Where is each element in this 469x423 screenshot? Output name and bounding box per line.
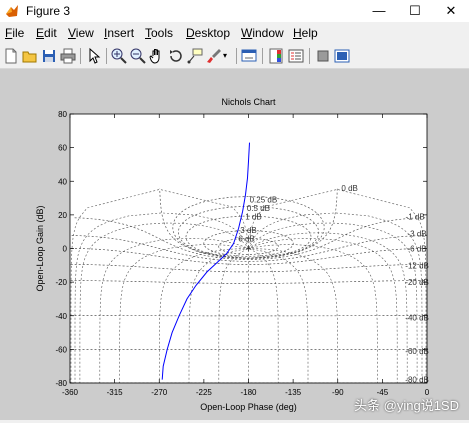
x-tick-label: -225 (196, 388, 213, 397)
x-tick-label: -360 (62, 388, 79, 397)
watermark: 头条 @ying说1SD (354, 395, 459, 414)
y-tick-label: 40 (58, 177, 67, 186)
nichols-chart[interactable]: 0 dB0.25 dB0.5 dB1 dB3 dB6 dB-1 dB-3 dB-… (0, 69, 469, 420)
colorbar-icon[interactable] (267, 47, 285, 65)
minimize-button[interactable]: — (361, 0, 397, 22)
title-bar: Figure 3 — ☐ ✕ (0, 0, 469, 22)
edit-plot-arrow-icon[interactable] (85, 47, 103, 65)
maximize-button[interactable]: ☐ (397, 0, 433, 22)
brush-icon[interactable] (205, 47, 223, 65)
toolbar-separator (106, 48, 107, 64)
y-axis-label: Open-Loop Gain (dB) (35, 205, 45, 291)
menu-window[interactable]: Window (241, 26, 284, 40)
open-file-icon[interactable] (21, 47, 39, 65)
grid-label: 6 dB (238, 234, 254, 243)
toolbar-separator (236, 48, 237, 64)
window-title: Figure 3 (26, 4, 70, 18)
toolbar: ▾ (0, 44, 469, 69)
x-tick-label: -135 (285, 388, 302, 397)
figure-area: 0 dB0.25 dB0.5 dB1 dB3 dB6 dB-1 dB-3 dB-… (0, 69, 469, 420)
zoom-out-icon[interactable] (129, 47, 147, 65)
rotate-3d-icon[interactable] (167, 47, 185, 65)
menu-view[interactable]: View (68, 26, 94, 40)
matlab-icon (5, 4, 19, 18)
y-tick-label: 20 (58, 211, 67, 220)
x-axis-label: Open-Loop Phase (deg) (200, 402, 297, 412)
grid-label: -1 dB (406, 213, 425, 222)
menu-tools[interactable]: Tools (145, 26, 173, 40)
y-tick-label: -80 (55, 379, 67, 388)
new-figure-icon[interactable] (2, 47, 20, 65)
x-tick-label: -270 (151, 388, 168, 397)
grid-label: -12 dB (405, 261, 429, 270)
x-tick-label: -315 (107, 388, 124, 397)
pan-hand-icon[interactable] (148, 47, 166, 65)
grid-label: 1 dB (245, 213, 261, 222)
toolbar-separator (262, 48, 263, 64)
y-tick-label: 80 (58, 110, 67, 119)
y-tick-label: 0 (63, 245, 68, 254)
toolbar-separator (309, 48, 310, 64)
x-tick-label: -90 (332, 388, 344, 397)
legend-icon[interactable] (287, 47, 305, 65)
grid-label: -3 dB (408, 229, 427, 238)
menu-edit[interactable]: Edit (36, 26, 57, 40)
menu-file[interactable]: File (5, 26, 24, 40)
menu-insert[interactable]: Insert (104, 26, 134, 40)
brush-dropdown-icon[interactable]: ▾ (223, 47, 233, 65)
hide-plot-tools-icon[interactable] (314, 47, 332, 65)
close-button[interactable]: ✕ (433, 0, 469, 22)
y-tick-label: -40 (55, 312, 67, 321)
grid-label: -60 dB (405, 347, 429, 356)
y-tick-label: -20 (55, 278, 67, 287)
x-tick-label: -180 (240, 388, 257, 397)
menu-desktop[interactable]: Desktop (186, 26, 230, 40)
critical-point-marker: + (246, 245, 252, 256)
zoom-in-icon[interactable] (110, 47, 128, 65)
grid-label: -40 dB (405, 313, 429, 322)
link-plot-icon[interactable] (240, 47, 258, 65)
grid-label: 0 dB (341, 184, 357, 193)
show-plot-tools-icon[interactable] (333, 47, 351, 65)
grid-label: -20 dB (405, 278, 429, 287)
menu-bar: File Edit View Insert Tools Desktop Wind… (0, 24, 469, 42)
toolbar-separator (80, 48, 81, 64)
data-cursor-icon[interactable] (186, 47, 204, 65)
chart-title: Nichols Chart (221, 97, 276, 107)
grid-label: -6 dB (408, 245, 427, 254)
y-tick-label: 60 (58, 144, 67, 153)
print-icon[interactable] (59, 47, 77, 65)
save-icon[interactable] (40, 47, 58, 65)
y-tick-label: -60 (55, 345, 67, 354)
menu-help[interactable]: Help (293, 26, 318, 40)
